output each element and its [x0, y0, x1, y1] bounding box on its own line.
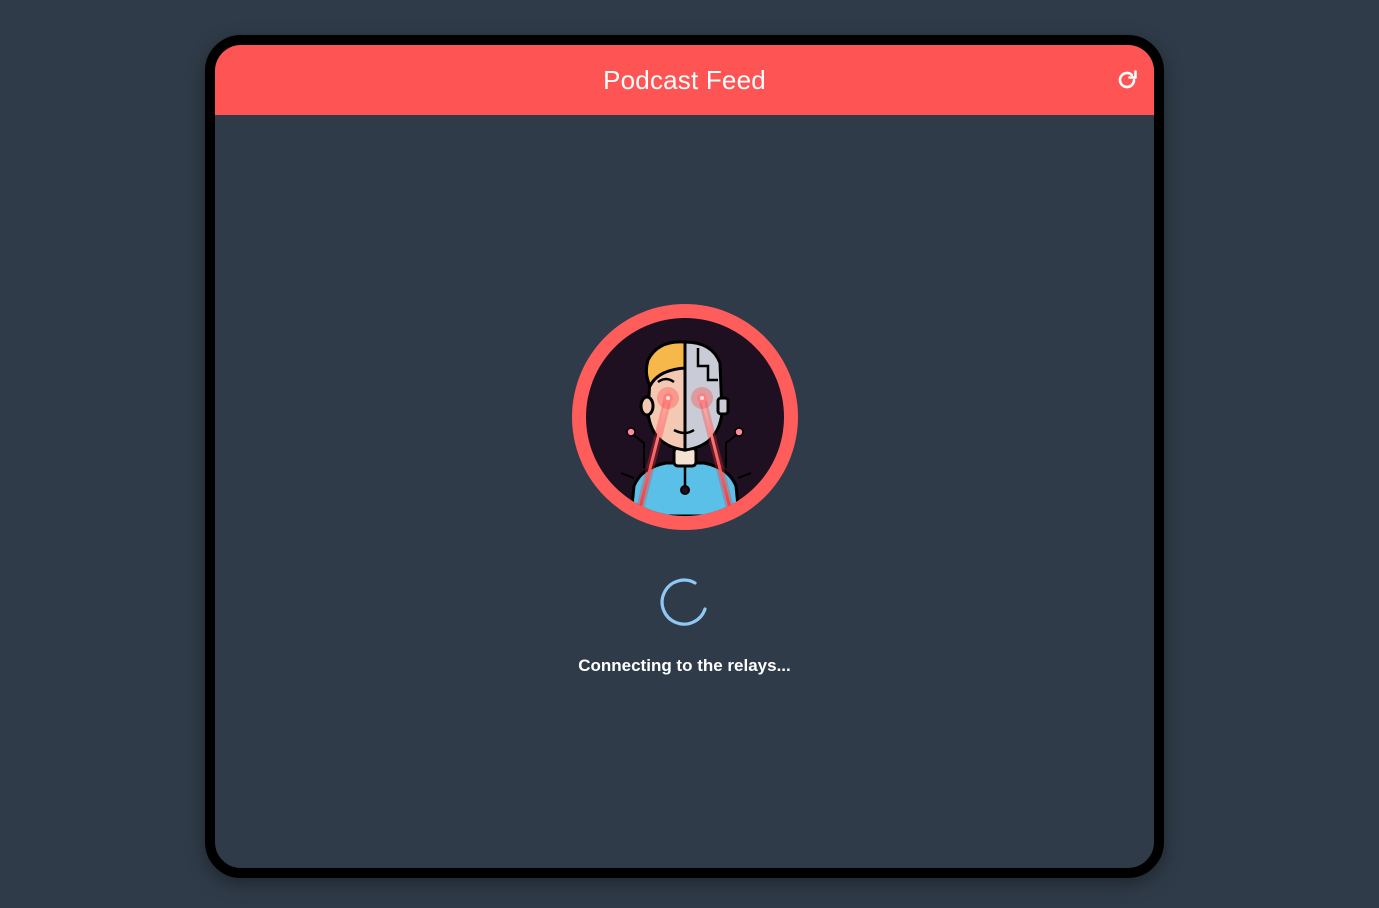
app-frame: Podcast Feed Connecting to the relays...: [205, 35, 1164, 878]
cyborg-avatar-icon: [620, 340, 752, 516]
loading-spinner-icon: [660, 578, 707, 626]
page-title: Podcast Feed: [603, 64, 766, 95]
avatar: [572, 304, 798, 530]
app-header: Podcast Feed: [215, 45, 1154, 115]
refresh-button[interactable]: [1114, 67, 1140, 93]
avatar-image: [586, 318, 784, 516]
refresh-icon: [1118, 70, 1137, 89]
status-message: Connecting to the relays...: [578, 656, 791, 675]
